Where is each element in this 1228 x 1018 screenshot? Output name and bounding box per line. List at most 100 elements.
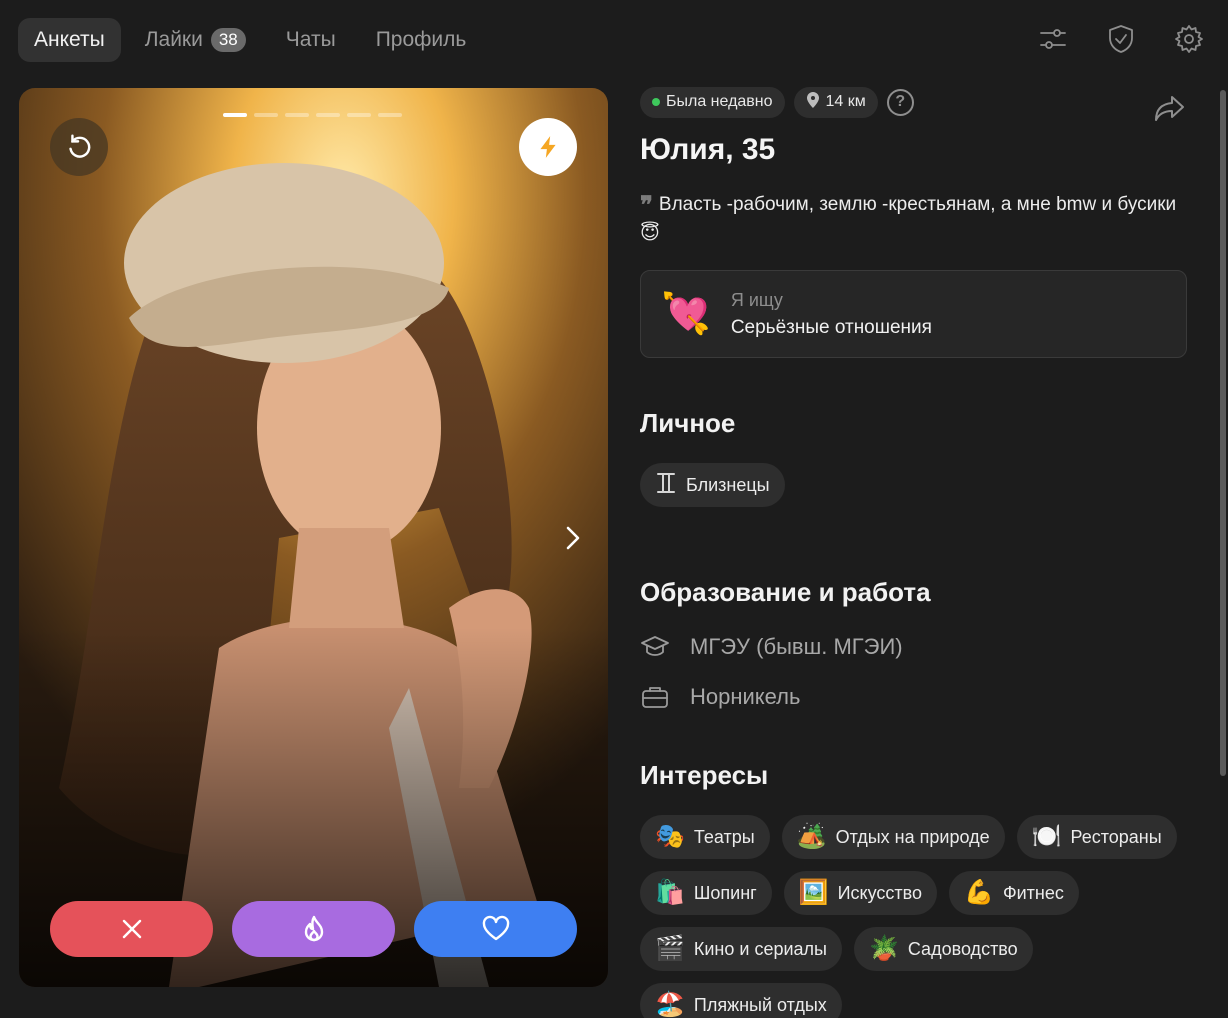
photo-dot[interactable] <box>223 113 247 117</box>
fitness-icon: 💪 <box>964 879 994 906</box>
education-section-title: Образование и работа <box>640 577 931 607</box>
interests-section-title: Интересы <box>640 760 769 790</box>
superlike-button[interactable] <box>232 901 395 957</box>
interest-label: Фитнес <box>1002 882 1064 903</box>
share-button[interactable] <box>1151 90 1187 126</box>
filters-button[interactable] <box>1034 20 1072 58</box>
interest-tag: 🏖️ Пляжный отдых <box>640 983 842 1018</box>
tab-label: Чаты <box>285 28 336 51</box>
next-photo-button[interactable] <box>558 520 588 556</box>
work-name: Норникель <box>690 684 801 709</box>
location-pin-icon <box>806 91 820 113</box>
tab-label: Профиль <box>375 28 467 51</box>
tab-profile[interactable]: Профиль <box>360 18 483 62</box>
swipe-actions <box>50 901 577 957</box>
interest-label: Кино и сериалы <box>693 938 827 959</box>
work-row: Норникель <box>640 682 1187 712</box>
quote-icon: ❞ <box>640 190 653 219</box>
interest-label: Рестораны <box>1070 826 1162 847</box>
interest-tag: 🍽️ Рестораны <box>1016 815 1177 859</box>
lightning-icon <box>540 136 556 158</box>
beach-icon: 🏖️ <box>655 991 685 1018</box>
interest-tag: 🎬 Кино и сериалы <box>640 927 842 971</box>
restaurant-icon: 🍽️ <box>1031 823 1062 850</box>
interest-label: Садоводство <box>907 938 1018 959</box>
goal-value: Серьёзные отношения <box>730 316 932 338</box>
status-row: Была недавно 14 км ? <box>640 86 1187 118</box>
movies-icon: 🎬 <box>655 935 685 962</box>
photo-dot[interactable] <box>378 113 402 117</box>
photo-dot[interactable] <box>347 113 371 117</box>
tab-label: Анкеты <box>34 28 105 51</box>
camping-icon: 🏕️ <box>796 823 827 850</box>
flame-icon <box>304 915 323 942</box>
filters-icon <box>1040 29 1066 49</box>
activity-status-chip: Была недавно <box>640 86 785 118</box>
shield-icon <box>1109 25 1133 53</box>
interest-tag: 🛍️ Шопинг <box>640 871 772 915</box>
photo-pagination <box>223 113 402 117</box>
photo-dot[interactable] <box>254 113 278 117</box>
profile-photo-card[interactable] <box>19 88 608 987</box>
profile-photo <box>19 88 608 987</box>
profile-name: Юлия, 35 <box>640 133 776 166</box>
profile-info: Была недавно 14 км ? Юлия, 35 ❞ Власть -р… <box>640 86 1187 1018</box>
dislike-button[interactable] <box>50 901 213 957</box>
scrollbar[interactable] <box>1220 90 1226 776</box>
theater-icon: 🎭 <box>655 823 685 850</box>
likes-count-badge: 38 <box>210 28 246 52</box>
university-name: МГЭУ (бывш. МГЭИ) <box>690 634 903 659</box>
tab-label: Лайки <box>144 28 203 51</box>
interests-tags: 🎭 Театры 🏕️ Отдых на природе 🍽️ Рестораны 🛍… <box>640 815 1187 1018</box>
main-nav: Анкеты Лайки 38 Чаты Профиль <box>18 18 490 62</box>
tab-profiles[interactable]: Анкеты <box>18 18 121 62</box>
briefcase-icon <box>642 687 668 708</box>
personal-section-title: Личное <box>640 408 736 438</box>
distance-value: 14 км <box>825 93 866 110</box>
shopping-icon: 🛍️ <box>655 879 685 906</box>
interest-label: Пляжный отдых <box>693 994 827 1015</box>
goal-label: Я ищу <box>730 289 783 310</box>
settings-button[interactable] <box>1170 20 1208 58</box>
undo-icon <box>69 134 91 158</box>
bio-text: Власть -рабочим, землю -крестьянам, а мн… <box>640 194 1177 244</box>
gemini-icon <box>655 471 677 500</box>
interest-tag: 🎭 Театры <box>640 815 770 859</box>
zodiac-label: Близнецы <box>686 474 770 495</box>
education-list: МГЭУ (бывш. МГЭИ) Норникель <box>640 632 1187 712</box>
share-icon <box>1155 96 1184 121</box>
online-dot-icon <box>652 98 660 106</box>
gear-icon <box>1175 25 1203 53</box>
profile-bio: ❞ Власть -рабочим, землю -крестьянам, а м… <box>640 190 1187 248</box>
interest-label: Искусство <box>837 882 923 903</box>
tab-likes[interactable]: Лайки 38 <box>129 18 262 62</box>
heart-icon <box>482 915 509 941</box>
interest-tag: 🖼️ Искусство <box>783 871 938 915</box>
distance-chip: 14 км <box>793 86 878 118</box>
interest-tag: 💪 Фитнес <box>949 871 1079 915</box>
close-icon <box>122 919 141 939</box>
gardening-icon: 🪴 <box>868 935 899 962</box>
photo-dot[interactable] <box>285 113 309 117</box>
art-icon: 🖼️ <box>798 879 829 906</box>
personal-tags: Близнецы <box>640 463 1187 507</box>
interest-tag: 🪴 Садоводство <box>853 927 1033 971</box>
heart-arrow-icon: 💘 <box>661 292 711 336</box>
graduation-cap-icon <box>641 636 669 656</box>
interest-label: Отдых на природе <box>835 826 990 847</box>
boost-button[interactable] <box>519 118 577 176</box>
relationship-goal-card: 💘 Я ищу Серьёзные отношения <box>640 270 1187 358</box>
undo-button[interactable] <box>50 118 108 176</box>
chevron-right-icon <box>566 526 580 550</box>
interest-label: Театры <box>693 826 755 847</box>
interest-tag: 🏕️ Отдых на природе <box>781 815 1005 859</box>
like-button[interactable] <box>414 901 577 957</box>
toolbar-icons <box>1034 20 1208 58</box>
safety-button[interactable] <box>1102 20 1140 58</box>
help-icon[interactable]: ? <box>886 88 914 116</box>
activity-status: Была недавно <box>666 93 773 110</box>
interest-label: Шопинг <box>693 882 757 903</box>
photo-dot[interactable] <box>316 113 340 117</box>
zodiac-tag: Близнецы <box>640 463 785 507</box>
tab-chats[interactable]: Чаты <box>270 18 352 62</box>
